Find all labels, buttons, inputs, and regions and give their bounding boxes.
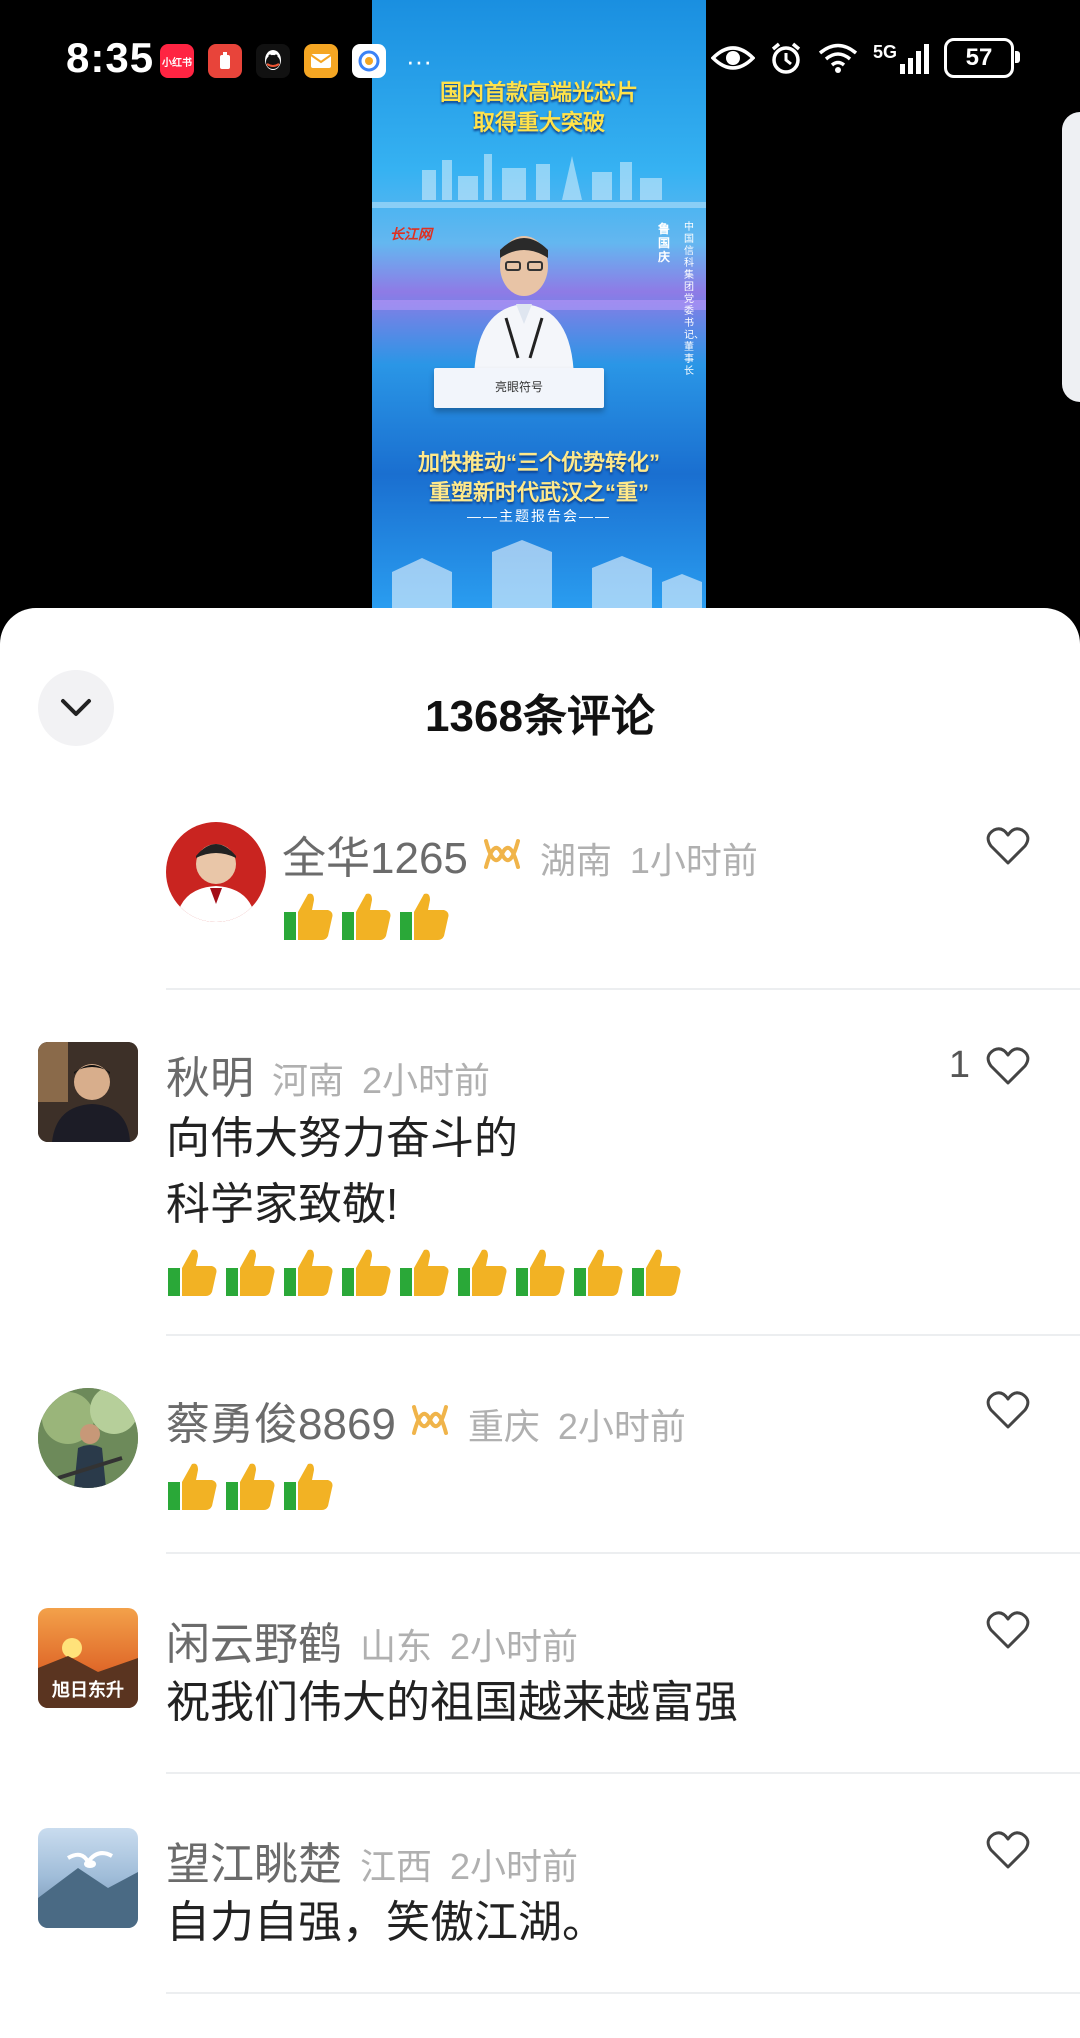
- system-indicators: 5G 57: [710, 38, 1020, 78]
- comment-time: 1小时前: [629, 840, 758, 881]
- status-bar: 8:35 小红书 ··· 5G 57: [0, 0, 1080, 120]
- video-subtitle-line1: 加快推动“三个优势转化”: [417, 450, 660, 475]
- comment-time: 2小时前: [362, 1060, 491, 1101]
- comment-username[interactable]: 秋明: [166, 1042, 254, 1106]
- comment-username[interactable]: 蔡勇俊8869: [166, 1388, 396, 1452]
- thumbs-up-icon: [284, 1463, 333, 1510]
- like-button[interactable]: [986, 826, 1030, 866]
- comment-region: 重庆: [467, 1406, 540, 1447]
- comment-text: 祝我们伟大的祖国越来越富强: [166, 1678, 738, 1727]
- side-panel-handle[interactable]: [1062, 112, 1080, 402]
- skyline-graphic: [422, 154, 662, 200]
- comment-region: 山东: [360, 1626, 433, 1667]
- comment-username[interactable]: 闲云野鹤: [166, 1608, 342, 1672]
- thumbs-up-icon: [400, 893, 449, 940]
- avatar-caption: 旭日东升: [52, 1680, 124, 1700]
- avatar[interactable]: [38, 1828, 138, 1928]
- divider: [166, 1772, 1080, 1774]
- speaker-name: 鲁国庆: [658, 222, 671, 264]
- wifi-icon: [818, 43, 858, 73]
- thumbs-up-icon: [516, 1249, 565, 1296]
- comment-time: 2小时前: [557, 1406, 686, 1447]
- like-button[interactable]: [986, 1610, 1030, 1650]
- heart-icon: [986, 1391, 1030, 1429]
- heart-icon: [986, 1046, 1030, 1084]
- thumbs-up-icon: [574, 1249, 623, 1296]
- comment-header: 闲云野鹤 山东 2小时前: [166, 1608, 578, 1672]
- xiaohongshu-icon: 小红书: [160, 44, 194, 78]
- like-button[interactable]: 1: [949, 1044, 1030, 1087]
- divider: [166, 988, 1080, 990]
- speaker-title: 中国信科集团党委书记、董事长: [684, 222, 704, 377]
- thumbs-up-icon: [342, 1249, 391, 1296]
- app-red-icon: [208, 44, 242, 78]
- network-type: 5G: [872, 42, 897, 62]
- comment-region: 湖南: [539, 840, 612, 881]
- avatar[interactable]: [38, 1388, 138, 1488]
- eye-icon: [710, 46, 755, 70]
- thumbs-up-icon: [226, 1463, 275, 1510]
- thumbs-up-icon: [458, 1249, 507, 1296]
- browser-icon: [352, 44, 386, 78]
- thumbs-up-icon: [400, 1249, 449, 1296]
- heart-icon: [986, 1831, 1030, 1869]
- qq-icon: [256, 44, 290, 78]
- avatar[interactable]: [38, 1042, 138, 1142]
- avatar[interactable]: [166, 822, 266, 922]
- divider: [166, 1334, 1080, 1336]
- thumbs-up-icon: [342, 893, 391, 940]
- station-logo: 长江网: [390, 226, 432, 242]
- more-notifications-icon: ···: [406, 45, 432, 76]
- avatar[interactable]: 旭日东升: [38, 1608, 138, 1708]
- heart-icon: [986, 1611, 1030, 1649]
- video-subtitle: 加快推动“三个优势转化” 重塑新时代武汉之“重”: [372, 448, 706, 508]
- divider: [166, 1992, 1080, 1994]
- like-button[interactable]: [986, 1830, 1030, 1870]
- infinity-badge-icon: [483, 839, 520, 869]
- status-time: 8:35: [66, 34, 155, 81]
- cell-signal-icon: 5G: [873, 42, 930, 74]
- comment-text: 自力自强，笑傲江湖。: [166, 1898, 606, 1947]
- comment-time: 2小时前: [450, 1626, 579, 1667]
- podium: 亮眼符号: [434, 368, 604, 408]
- comment-region: 江西: [360, 1846, 433, 1887]
- comment-header: 蔡勇俊8869 重庆 2小时前: [166, 1388, 686, 1452]
- like-button[interactable]: [986, 1390, 1030, 1430]
- mail-icon: [304, 44, 338, 78]
- comment-region: 河南: [272, 1060, 345, 1101]
- thumbs-up-icon: [168, 1463, 217, 1510]
- divider: [166, 1552, 1080, 1554]
- comment-header: 望江眺楚 江西 2小时前: [166, 1828, 578, 1892]
- notification-icons: 小红书 ···: [160, 44, 432, 78]
- comment-count-title: 1368条评论: [425, 692, 655, 741]
- heart-icon: [986, 827, 1030, 865]
- thumbs-up-emoji-row: [166, 1246, 682, 1298]
- thumbs-up-icon: [226, 1249, 275, 1296]
- battery-level: 57: [965, 44, 993, 71]
- comment-username[interactable]: 全华1265: [282, 822, 468, 886]
- video-stripe: [372, 202, 706, 208]
- comment-sheet: 1368条评论 全华1265 湖南 1小时前 秋明 河南 2小时前 向伟大努力奋…: [0, 608, 1080, 2038]
- battery-icon: 57: [944, 38, 1020, 78]
- thumbs-up-icon: [632, 1249, 681, 1296]
- comment-header: 秋明 河南 2小时前: [166, 1042, 490, 1106]
- like-count: 1: [948, 1044, 970, 1086]
- infinity-badge-icon: [411, 1405, 448, 1435]
- thumbs-up-icon: [284, 893, 333, 940]
- video-subtitle-line2: 重塑新时代武汉之“重”: [428, 480, 649, 505]
- comment-username[interactable]: 望江眺楚: [166, 1828, 342, 1892]
- city-blocks-graphic: [392, 540, 702, 608]
- comment-text: 向伟大努力奋斗的 科学家致敬!: [166, 1114, 518, 1229]
- alarm-icon: [771, 42, 801, 74]
- thumbs-up-emoji-row: [166, 1460, 334, 1512]
- thumbs-up-icon: [168, 1249, 217, 1296]
- thumbs-up-icon: [284, 1249, 333, 1296]
- comment-header: 全华1265 湖南 1小时前: [282, 822, 758, 886]
- speaker-figure: [474, 236, 574, 378]
- thumbs-up-emoji-row: [282, 890, 450, 942]
- podium-label: 亮眼符号: [494, 380, 543, 394]
- comment-time: 2小时前: [450, 1846, 579, 1887]
